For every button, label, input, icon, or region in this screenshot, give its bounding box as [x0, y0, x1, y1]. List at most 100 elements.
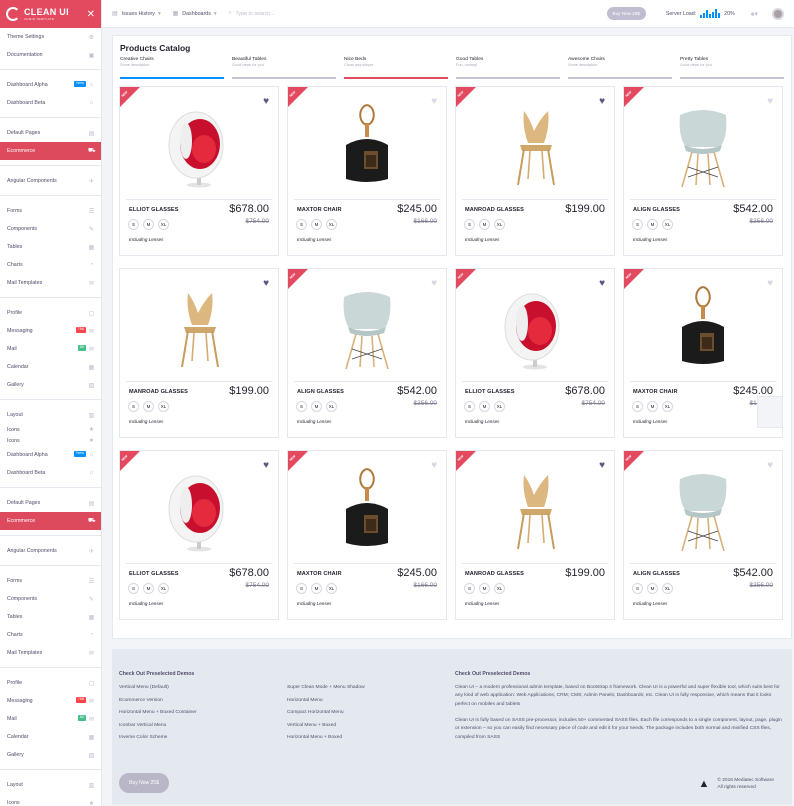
tab-pretty-tables[interactable]: Pretty Tables Good news for you	[680, 57, 784, 79]
product-card[interactable]: NEW ♥ MANROAD GLASSES $199.00 S M XL Including …	[455, 450, 615, 620]
size-option[interactable]: M	[647, 583, 658, 594]
size-option[interactable]: S	[128, 401, 139, 412]
sidebar-item-gallery[interactable]: Gallery ▨	[0, 746, 101, 764]
size-option[interactable]: XL	[494, 583, 505, 594]
product-card[interactable]: NEW ♥ ELLIOT GLASSES $678.00 $754.00 S M XL Incl…	[455, 268, 615, 438]
size-option[interactable]: XL	[494, 401, 505, 412]
size-option[interactable]: M	[143, 401, 154, 412]
size-option[interactable]: M	[143, 583, 154, 594]
size-option[interactable]: S	[128, 219, 139, 230]
size-option[interactable]: XL	[494, 219, 505, 230]
product-card[interactable]: NEW♥MAXTOR CHAIR$245.00$166.00SMXLInclud…	[287, 86, 447, 256]
sidebar-item-ecommerce[interactable]: Ecommerce ⛟	[0, 142, 101, 160]
product-name[interactable]: ELLIOT GLASSES	[129, 571, 179, 577]
sidebar-item-dashboard-beta[interactable]: Dashboard Beta ⌂	[0, 464, 101, 482]
sidebar-item-mail[interactable]: Mail 84 ✉	[0, 710, 101, 728]
product-card[interactable]: NEW ♥ ALIGN GLASSES $542.00 $356.00 S M XL Inclu…	[623, 450, 783, 620]
sidebar-item-profile[interactable]: Profile ▢	[0, 304, 101, 322]
size-option[interactable]: S	[128, 583, 139, 594]
size-option[interactable]: M	[647, 219, 658, 230]
product-name[interactable]: MANROAD GLASSES	[465, 571, 524, 577]
size-option[interactable]: XL	[158, 219, 169, 230]
sidebar-item-components[interactable]: Components ✎	[0, 590, 101, 608]
product-card[interactable]: ♥ MANROAD GLASSES $199.00 S M XL Including Len…	[119, 268, 279, 438]
issues-history-menu[interactable]: ▤ Issues History ▾	[112, 10, 161, 18]
size-option[interactable]: XL	[326, 219, 337, 230]
tab-nice-beds[interactable]: Nice Beds Clean and simple	[344, 57, 448, 79]
size-option[interactable]: XL	[326, 401, 337, 412]
tab-good-tables[interactable]: Good Tables Fun, hooray!	[456, 57, 560, 79]
sidebar-item-default-pages[interactable]: Default Pages ▤	[0, 124, 101, 142]
footer-link[interactable]: Super Clean Mode + Menu Shadow	[287, 685, 365, 690]
footer-link[interactable]: Vertical Menu + Boxed	[287, 723, 336, 728]
size-option[interactable]: S	[632, 401, 643, 412]
sidebar-item-forms[interactable]: Forms ☰	[0, 572, 101, 590]
footer-link[interactable]: Vertical Menu (Default)	[119, 685, 169, 690]
size-option[interactable]: XL	[662, 401, 673, 412]
sidebar-item-mail-templates[interactable]: Mail Templates ✉	[0, 644, 101, 662]
sidebar-item-messaging[interactable]: Messaging 768 ✉	[0, 322, 101, 340]
product-name[interactable]: ALIGN GLASSES	[633, 207, 680, 213]
size-option[interactable]: S	[296, 401, 307, 412]
sidebar-item-angular-components[interactable]: Angular Components ✈	[0, 172, 101, 190]
size-option[interactable]: S	[464, 401, 475, 412]
product-name[interactable]: ALIGN GLASSES	[633, 571, 680, 577]
product-name[interactable]: MANROAD GLASSES	[465, 207, 524, 213]
size-option[interactable]: S	[464, 583, 475, 594]
product-image[interactable]	[624, 279, 782, 374]
sidebar-item-layout[interactable]: Layout ▥	[0, 406, 101, 424]
tab-awesome-chairs[interactable]: Awesome Chairs Some description	[568, 57, 672, 79]
sidebar-item-mail[interactable]: Mail 84 ✉	[0, 340, 101, 358]
product-image[interactable]	[120, 97, 278, 192]
product-card[interactable]: NEW ♥ ELLIOT GLASSES $678.00 $754.00 S M XL Incl…	[119, 450, 279, 620]
tab-creative-chairs[interactable]: Creative Chairs Some description	[120, 57, 224, 79]
product-card[interactable]: NEW ♥ ALIGN GLASSES $542.00 $356.00 S M XL Inclu…	[287, 268, 447, 438]
size-option[interactable]: XL	[158, 401, 169, 412]
avatar[interactable]	[772, 7, 784, 20]
sidebar-item-tables[interactable]: Tables ▦	[0, 608, 101, 626]
size-option[interactable]: M	[479, 219, 490, 230]
footer-link[interactable]: Horizontal Menu	[287, 698, 323, 703]
footer-link[interactable]: Iconbar Vertical Menu	[119, 723, 166, 728]
sidebar-item-icons[interactable]: Icons ★	[0, 424, 101, 435]
search-box[interactable]: ⌕ Type to search...	[229, 10, 275, 17]
sidebar-item-calendar[interactable]: Calendar ▦	[0, 358, 101, 376]
sidebar-item-charts[interactable]: Charts ◔	[0, 626, 101, 644]
product-name[interactable]: ALIGN GLASSES	[297, 389, 344, 395]
sidebar-item-theme-settings[interactable]: Theme Settings ⚙	[0, 28, 101, 46]
product-image[interactable]	[288, 461, 446, 556]
size-option[interactable]: M	[479, 583, 490, 594]
product-image[interactable]	[288, 97, 446, 192]
sidebar-item-calendar[interactable]: Calendar ▦	[0, 728, 101, 746]
product-image[interactable]	[120, 461, 278, 556]
product-image[interactable]	[456, 461, 614, 556]
size-option[interactable]: XL	[662, 583, 673, 594]
size-option[interactable]: M	[311, 401, 322, 412]
sidebar-item-layout[interactable]: Layout ▥	[0, 776, 101, 794]
size-option[interactable]: XL	[158, 583, 169, 594]
sidebar-item-documentation[interactable]: Documentation ▣	[0, 46, 101, 64]
footer-buy-button[interactable]: Buy Now 25$	[119, 773, 169, 793]
scroll-widget[interactable]	[757, 396, 783, 428]
product-card[interactable]: NEW♥MAXTOR CHAIR$245.00$166.00SMXLInclud…	[287, 450, 447, 620]
search-input[interactable]: Type to search...	[235, 11, 274, 17]
product-card[interactable]: NEW ♥ ALIGN GLASSES $542.00 $356.00 S M XL Inclu…	[623, 86, 783, 256]
size-option[interactable]: M	[479, 401, 490, 412]
footer-link[interactable]: Ecommerce Version	[119, 698, 163, 703]
product-image[interactable]	[456, 97, 614, 192]
sidebar-item-mail-templates[interactable]: Mail Templates ✉	[0, 274, 101, 292]
product-image[interactable]	[288, 279, 446, 374]
sidebar-item-gallery[interactable]: Gallery ▨	[0, 376, 101, 394]
size-option[interactable]: S	[632, 583, 643, 594]
sidebar-item-angular-components[interactable]: Angular Components ✈	[0, 542, 101, 560]
footer-link[interactable]: Compact Horizontal Menu	[287, 710, 344, 715]
sidebar-item-dashboard-alpha[interactable]: Dashboard Alpha New ⌂	[0, 446, 101, 464]
close-icon[interactable]: ✕	[87, 9, 95, 20]
product-image[interactable]	[624, 461, 782, 556]
sidebar-item-messaging[interactable]: Messaging 768 ✉	[0, 692, 101, 710]
tab-beautiful-tables[interactable]: Beautiful Tables Good news for you	[232, 57, 336, 79]
dashboards-menu[interactable]: ▦ Dashboards ▾	[173, 10, 217, 18]
sidebar-item-charts[interactable]: Charts ◔	[0, 256, 101, 274]
footer-link[interactable]: Inverse Color Scheme	[119, 735, 167, 740]
sidebar-item-dashboard-alpha[interactable]: Dashboard Alpha New ⌂	[0, 76, 101, 94]
